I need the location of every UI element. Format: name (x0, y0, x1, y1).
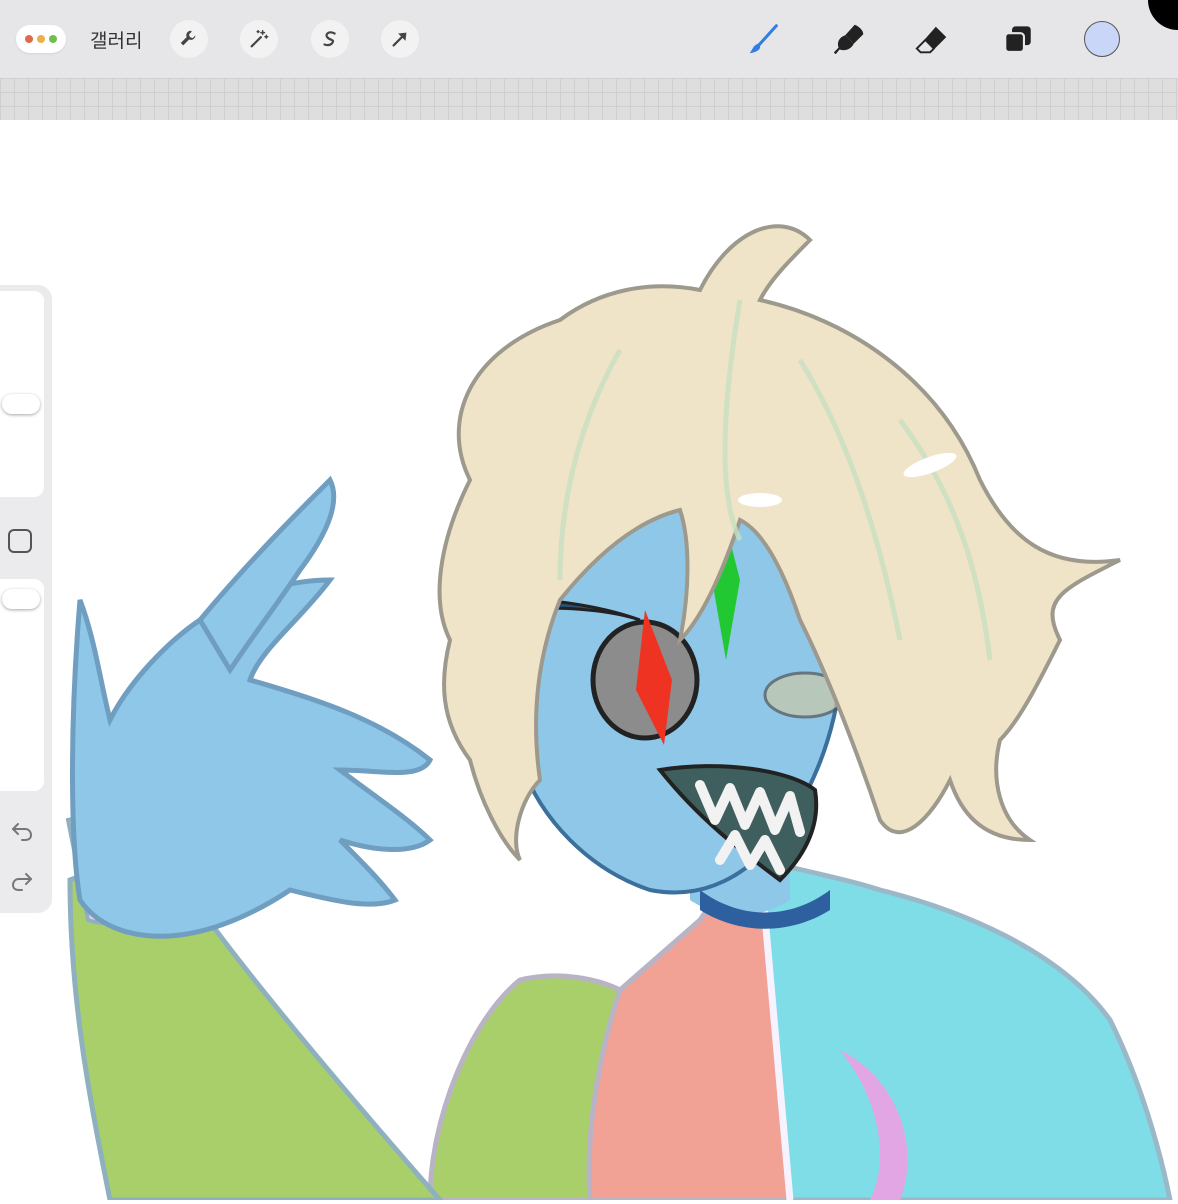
actions-button[interactable] (170, 20, 208, 58)
smudge-tool-button[interactable] (827, 18, 871, 62)
eraser-icon (915, 26, 947, 54)
adjustments-button[interactable] (240, 20, 278, 58)
brush-icon (749, 24, 778, 54)
opacity-thumb[interactable] (2, 589, 40, 609)
redo-button[interactable] (8, 869, 36, 893)
color-picker-button[interactable] (1084, 21, 1120, 57)
artwork (65, 224, 1174, 1203)
screen-corner (1148, 0, 1178, 30)
brush-size-thumb[interactable] (2, 394, 40, 414)
dot-green (49, 35, 57, 43)
selection-icon (323, 31, 336, 47)
opacity-slider[interactable] (0, 579, 44, 791)
layers-button[interactable] (996, 18, 1040, 62)
move-arrow-icon (392, 32, 407, 47)
eraser-tool-button[interactable] (910, 18, 954, 62)
dot-yellow (37, 35, 45, 43)
top-toolbar: 갤러리 (0, 0, 1178, 78)
wrench-icon (180, 30, 196, 46)
magic-wand-icon (250, 30, 269, 48)
redo-icon (11, 873, 32, 891)
gallery-button[interactable]: 갤러리 (90, 26, 142, 53)
drawing-canvas[interactable] (0, 120, 1178, 1203)
smudge-icon (833, 24, 864, 55)
layers-icon (1004, 26, 1031, 53)
undo-button[interactable] (8, 819, 36, 843)
window-menu-button[interactable] (16, 25, 66, 53)
selection-button[interactable] (311, 20, 349, 58)
modify-square-button[interactable] (8, 529, 32, 553)
transform-button[interactable] (381, 20, 419, 58)
brush-sidebar (0, 285, 52, 913)
reference-grid-strip (0, 78, 1178, 120)
jacket-left (427, 973, 624, 1203)
dot-red (25, 35, 33, 43)
hair-highlight-2 (738, 493, 782, 507)
brush-tool-button[interactable] (742, 18, 786, 62)
brush-size-slider[interactable] (0, 291, 44, 497)
undo-icon (12, 823, 33, 841)
